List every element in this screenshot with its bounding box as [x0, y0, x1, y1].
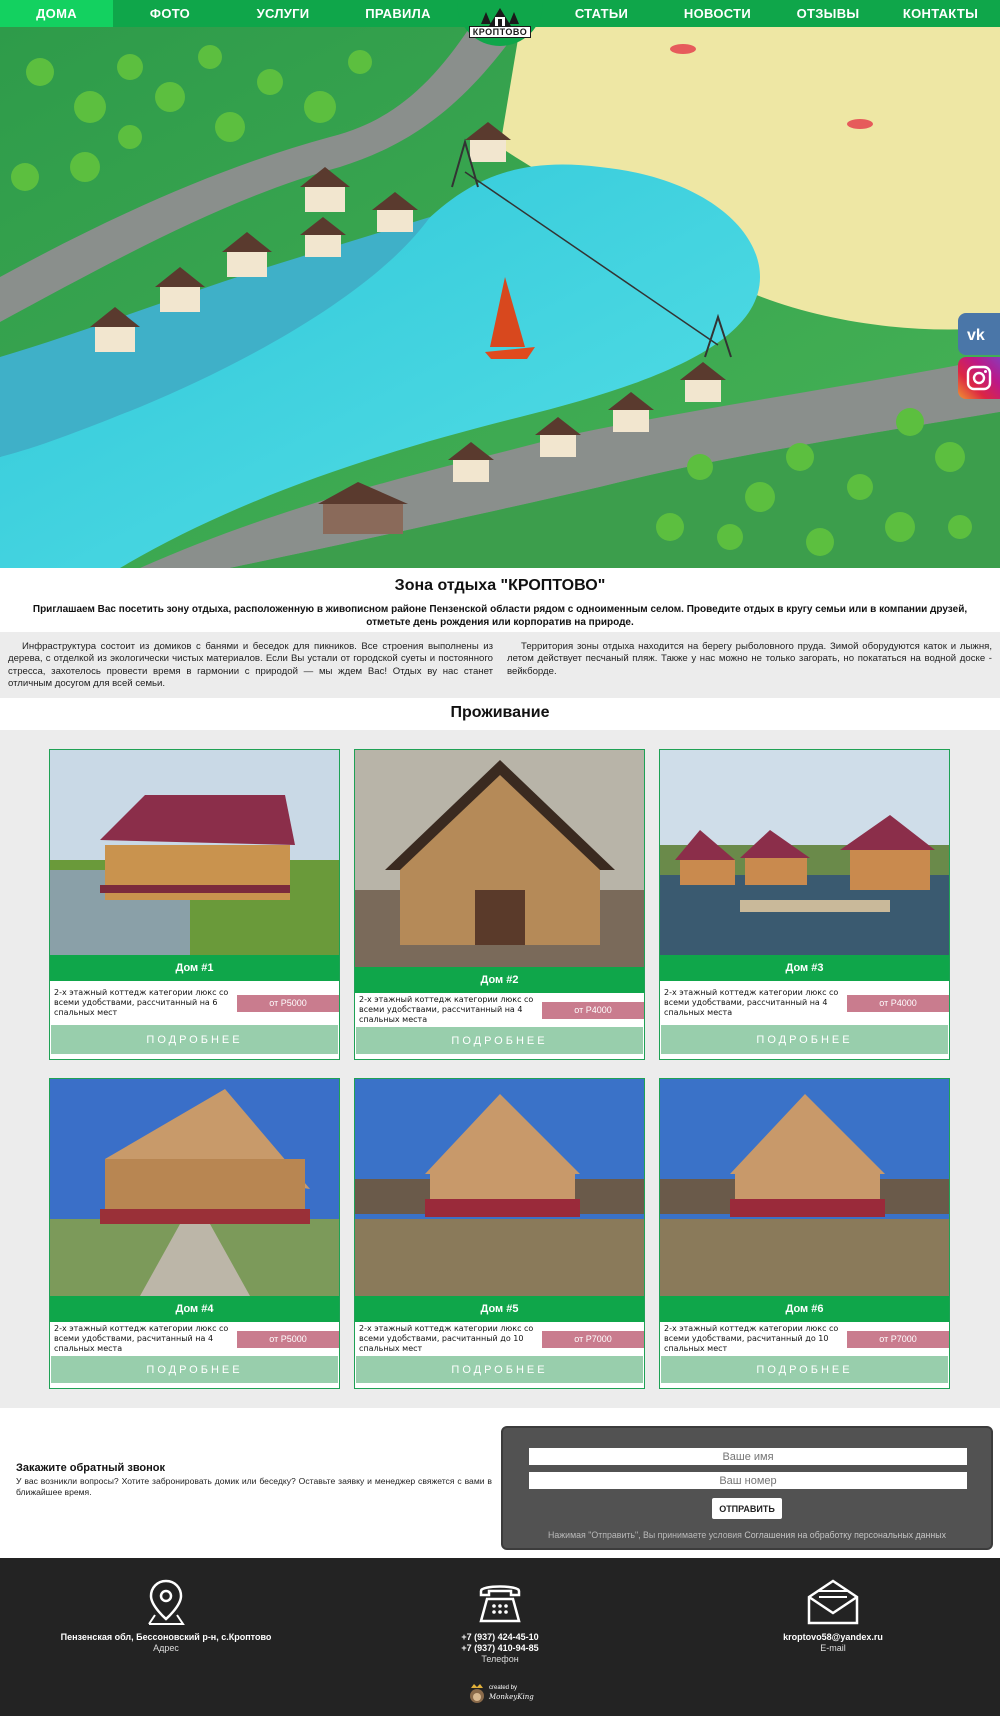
- house-price-badge: от Р7000: [542, 1330, 644, 1348]
- address-value: Пензенская обл, Бессоновский р-н, с.Кроп…: [60, 1632, 272, 1642]
- logo-text: КРОПТОВО: [468, 26, 532, 38]
- more-button[interactable]: ПОДРОБНЕЕ: [51, 1025, 338, 1054]
- house-description: 2-х этажный коттедж категории люкс со вс…: [359, 1324, 534, 1353]
- house-photo-1: [50, 750, 339, 955]
- house-price-badge: от Р5000: [237, 1330, 339, 1348]
- consent-text: Нажимая "Отправить", Вы принимаете услов…: [548, 1530, 745, 1540]
- house-photo-2: [355, 750, 644, 967]
- house-info-row: 2-х этажный коттедж категории люкс со вс…: [50, 981, 339, 1025]
- address-label: Адрес: [153, 1643, 179, 1653]
- envelope-icon: [673, 1574, 993, 1630]
- created-by-text: created by: [489, 1684, 518, 1691]
- more-button[interactable]: ПОДРОБНЕЕ: [661, 1025, 948, 1054]
- footer-phone: +7 (937) 424-45-10 +7 (937) 410-94-85 Те…: [340, 1574, 660, 1665]
- vk-icon: vk: [967, 327, 985, 342]
- footer: Пензенская обл, Бессоновский р-н, с.Кроп…: [0, 1558, 1000, 1716]
- house-price-badge: от Р7000: [847, 1330, 949, 1348]
- telephone-icon: [340, 1574, 660, 1630]
- footer-address: Пензенская обл, Бессоновский р-н, с.Кроп…: [6, 1574, 326, 1654]
- intro-subtitle: Приглашаем Вас посетить зону отдыха, рас…: [32, 604, 968, 628]
- hero-illustration: [0, 27, 1000, 568]
- vk-link[interactable]: vk: [958, 313, 1000, 355]
- house-info-row: 2-х этажный коттедж категории люкс со вс…: [660, 1322, 949, 1356]
- house-price-badge: от Р4000: [542, 1001, 644, 1019]
- name-input[interactable]: [529, 1448, 967, 1465]
- more-button[interactable]: ПОДРОБНЕЕ: [51, 1356, 338, 1383]
- house-photo-5: [355, 1079, 644, 1296]
- more-button[interactable]: ПОДРОБНЕЕ: [356, 1027, 643, 1054]
- house-card-2[interactable]: Дом #2 2-х этажный коттедж категории люк…: [354, 749, 645, 1060]
- intro-section: Зона отдыха "КРОПТОВО" Приглашаем Вас по…: [0, 568, 1000, 632]
- more-button[interactable]: ПОДРОБНЕЕ: [356, 1356, 643, 1383]
- house-name: Дом #1: [50, 955, 339, 981]
- house-card-6[interactable]: Дом #6 2-х этажный коттедж категории люк…: [659, 1078, 950, 1389]
- house-description: 2-х этажный коттедж категории люкс со вс…: [54, 988, 229, 1017]
- phone-input[interactable]: [529, 1472, 967, 1489]
- submit-button[interactable]: ОТПРАВИТЬ: [712, 1498, 782, 1519]
- nav-item-services[interactable]: УСЛУГИ: [227, 0, 339, 27]
- callback-info: Закажите обратный звонок У вас возникли …: [16, 1462, 492, 1497]
- house-info-row: 2-х этажный коттедж категории люкс со вс…: [355, 993, 644, 1027]
- callback-form: ОТПРАВИТЬ Нажимая "Отправить", Вы приним…: [501, 1426, 993, 1550]
- footer-email: kroptovo58@yandex.ru E-mail: [673, 1574, 993, 1654]
- house-card-5[interactable]: Дом #5 2-х этажный коттедж категории люк…: [354, 1078, 645, 1389]
- more-button[interactable]: ПОДРОБНЕЕ: [661, 1356, 948, 1383]
- phone-value-1[interactable]: +7 (937) 424-45-10: [340, 1632, 660, 1643]
- house-card-3[interactable]: Дом #3 2-х этажный коттедж категории люк…: [659, 749, 950, 1060]
- page-title: Зона отдыха "КРОПТОВО": [394, 577, 606, 594]
- house-photo-4: [50, 1079, 339, 1296]
- house-info-row: 2-х этажный коттедж категории люкс со вс…: [355, 1322, 644, 1356]
- callback-title: Закажите обратный звонок: [16, 1462, 166, 1474]
- phone-label: Телефон: [481, 1654, 519, 1664]
- house-photo-6: [660, 1079, 949, 1296]
- house-name: Дом #6: [660, 1296, 949, 1322]
- nav-item-contacts[interactable]: КОНТАКТЫ: [881, 0, 1000, 27]
- house-description: 2-х этажный коттедж категории люкс со вс…: [359, 995, 534, 1024]
- nav-item-rules[interactable]: ПРАВИЛА: [339, 0, 457, 27]
- info-section: Инфраструктура состоит из домиков с баня…: [0, 632, 1000, 698]
- location-pin-icon: [6, 1574, 326, 1630]
- consent-note: Нажимая "Отправить", Вы принимаете услов…: [503, 1530, 991, 1540]
- house-info-row: 2-х этажный коттедж категории люкс со вс…: [660, 981, 949, 1025]
- house-price-badge: от Р4000: [847, 994, 949, 1012]
- phone-value-2[interactable]: +7 (937) 410-94-85: [340, 1643, 660, 1654]
- house-name: Дом #5: [355, 1296, 644, 1322]
- house-name: Дом #4: [50, 1296, 339, 1322]
- house-description: 2-х этажный коттедж категории люкс со вс…: [664, 1324, 839, 1353]
- nav-item-articles[interactable]: СТАТЬИ: [543, 0, 660, 27]
- instagram-icon: [966, 365, 992, 391]
- nav-item-photo[interactable]: ФОТО: [113, 0, 227, 27]
- site-logo[interactable]: КРОПТОВО: [457, 0, 543, 46]
- house-description: 2-х этажный коттедж категории люкс со вс…: [664, 988, 839, 1017]
- resort-map-illustration: [0, 27, 1000, 568]
- callback-text: У вас возникли вопросы? Хотите заброниро…: [16, 1476, 492, 1497]
- nav-item-houses[interactable]: ДОМА: [0, 0, 113, 27]
- house-info-row: 2-х этажный коттедж категории люкс со вс…: [50, 1322, 339, 1356]
- studio-name: MonkeyKing: [489, 1692, 534, 1701]
- nav-item-reviews[interactable]: ОТЗЫВЫ: [775, 0, 881, 27]
- svg-text:vk: vk: [967, 327, 985, 342]
- monkey-logo-icon: [470, 1684, 484, 1703]
- instagram-link[interactable]: [958, 357, 1000, 399]
- callback-section: Закажите обратный звонок У вас возникли …: [0, 1418, 1000, 1558]
- email-label: E-mail: [820, 1643, 846, 1653]
- house-photo-3: [660, 750, 949, 955]
- email-value[interactable]: kroptovo58@yandex.ru: [673, 1632, 993, 1643]
- house-name: Дом #2: [355, 967, 644, 993]
- house-price-badge: от Р5000: [237, 994, 339, 1012]
- creator-credit[interactable]: created by MonkeyKing: [468, 1682, 534, 1704]
- house-card-4[interactable]: Дом #4 2-х этажный коттедж категории люк…: [49, 1078, 340, 1389]
- nav-item-news[interactable]: НОВОСТИ: [660, 0, 775, 27]
- info-territory-text: Территория зоны отдыха находится на бере…: [507, 641, 992, 677]
- consent-link[interactable]: Соглашения на обработку персональных дан…: [744, 1530, 946, 1540]
- house-card-1[interactable]: Дом #1 2-х этажный коттедж категории люк…: [49, 749, 340, 1060]
- logo-house-icon: [481, 8, 519, 26]
- info-infrastructure-text: Инфраструктура состоит из домиков с баня…: [8, 641, 493, 689]
- house-description: 2-х этажный коттедж категории люкс со вс…: [54, 1324, 229, 1353]
- house-name: Дом #3: [660, 955, 949, 981]
- houses-title: Проживание: [450, 704, 550, 721]
